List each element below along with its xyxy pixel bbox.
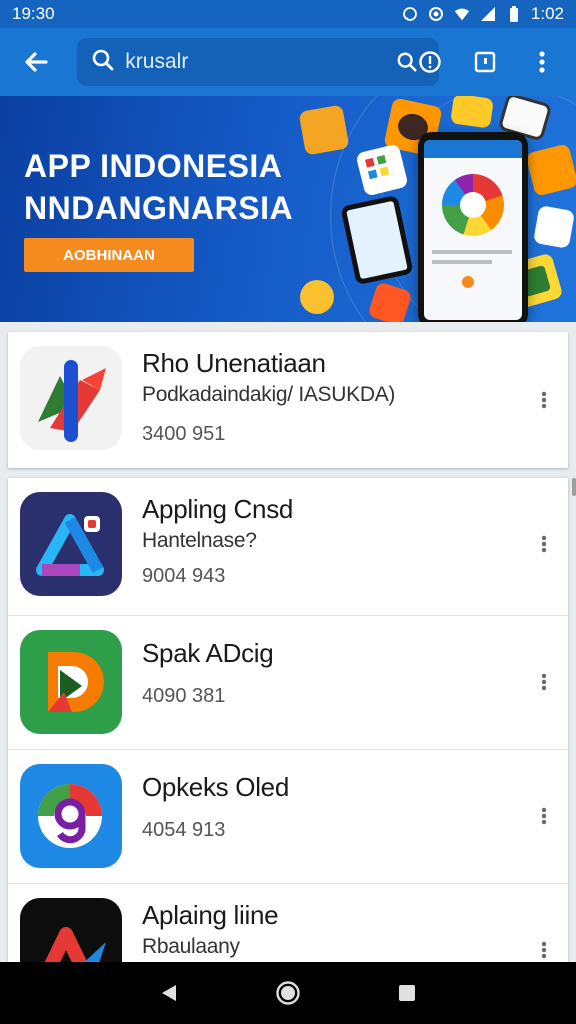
banner-cta-button[interactable]: AOBHINAAN [24,238,194,272]
app-icon [20,346,122,450]
app-info: Appling Cnsd Hantelnase? 9004 943 [142,492,556,588]
search-input[interactable] [125,50,397,74]
app-info: Opkeks Oled 4054 913 [142,764,556,842]
home-circle-icon [276,981,300,1005]
recents-square-icon [398,985,415,1001]
more-vert-icon [541,807,547,825]
more-vert-icon [541,391,547,409]
item-more-button[interactable] [530,662,558,702]
banner-tile [300,280,334,314]
info-icon [419,51,441,73]
app-bar [0,28,576,96]
item-more-button[interactable] [530,930,558,964]
system-nav-bar [0,962,576,1024]
signal-icon [479,5,497,23]
status-clock: 1:02 [530,4,564,23]
app-count: 4090 381 [142,685,226,707]
wifi-icon [453,5,471,23]
nav-back-button[interactable] [145,969,193,1017]
status-icons: 1:02 [401,4,564,24]
tab-button[interactable] [463,38,506,86]
banner-title-line2: NNDANGNARSIA [24,190,294,226]
app-count: 9004 943 [142,565,226,587]
app-name: Opkeks Oled [142,772,289,802]
more-options-button[interactable] [521,38,564,86]
banner-tile [450,96,494,129]
app-subtitle: Podkadaindakig/ IASUKDA) [142,383,396,406]
app-info: Aplaing liine Rbaulaany [142,898,556,959]
battery-icon [505,5,523,23]
info-button[interactable] [418,42,442,82]
app-icon [20,764,122,868]
banner-tile [298,104,350,156]
nav-recents-button[interactable] [383,969,431,1017]
app-icon [20,898,122,964]
status-bar: 19:30 1:02 [0,0,576,28]
app-name: Rho Unenatiaan [142,348,326,378]
app-name: Aplaing liine [142,900,279,930]
more-vert-icon [541,673,547,691]
app-icon [20,630,122,734]
app-info: Spak ADcig 4090 381 [142,630,556,708]
app-count: 3400 951 [142,423,226,445]
featured-app-card[interactable]: Rho Unenatiaan Podkadaindakig/ IASUKDA) … [8,332,568,468]
list-item[interactable]: Rho Unenatiaan Podkadaindakig/ IASUKDA) … [8,332,568,468]
app-subtitle: Rbaulaany [142,935,240,958]
more-vert-icon [539,51,545,73]
item-more-button[interactable] [530,796,558,836]
item-more-button[interactable] [530,380,558,420]
whatsapp-icon [401,5,419,23]
banner-title-line1: APP INDONESIA [24,148,283,184]
app-info: Rho Unenatiaan Podkadaindakig/ IASUKDA) … [142,346,556,446]
app-name: Spak ADcig [142,638,274,668]
app-icon [20,492,122,596]
search-icon [397,52,417,72]
banner-tile [532,205,576,249]
circle-app-icon [427,5,445,23]
search-bar[interactable] [77,38,442,86]
nav-home-button[interactable] [264,969,312,1017]
app-list: Appling Cnsd Hantelnase? 9004 943 Spak A… [8,478,568,964]
scrollbar[interactable] [572,478,576,496]
app-subtitle: Hantelnase? [142,529,257,552]
back-triangle-icon [162,985,177,1001]
tab-icon [474,51,496,73]
search-submit-button[interactable] [396,42,418,82]
list-item[interactable]: Appling Cnsd Hantelnase? 9004 943 [8,478,568,616]
back-arrow-icon [25,52,48,72]
more-vert-icon [541,941,547,959]
app-name: Appling Cnsd [142,494,294,524]
search-icon [91,48,115,77]
back-button[interactable] [12,38,59,86]
banner-phone [418,132,528,322]
status-time: 19:30 [12,4,55,23]
promo-banner[interactable]: APP INDONESIA NNDANGNARSIA AOBHINAAN [0,96,576,322]
list-item[interactable]: Aplaing liine Rbaulaany [8,884,568,964]
list-item[interactable]: Opkeks Oled 4054 913 [8,750,568,884]
item-more-button[interactable] [530,524,558,564]
more-vert-icon [541,535,547,553]
list-item[interactable]: Spak ADcig 4090 381 [8,616,568,750]
app-count: 4054 913 [142,819,226,841]
